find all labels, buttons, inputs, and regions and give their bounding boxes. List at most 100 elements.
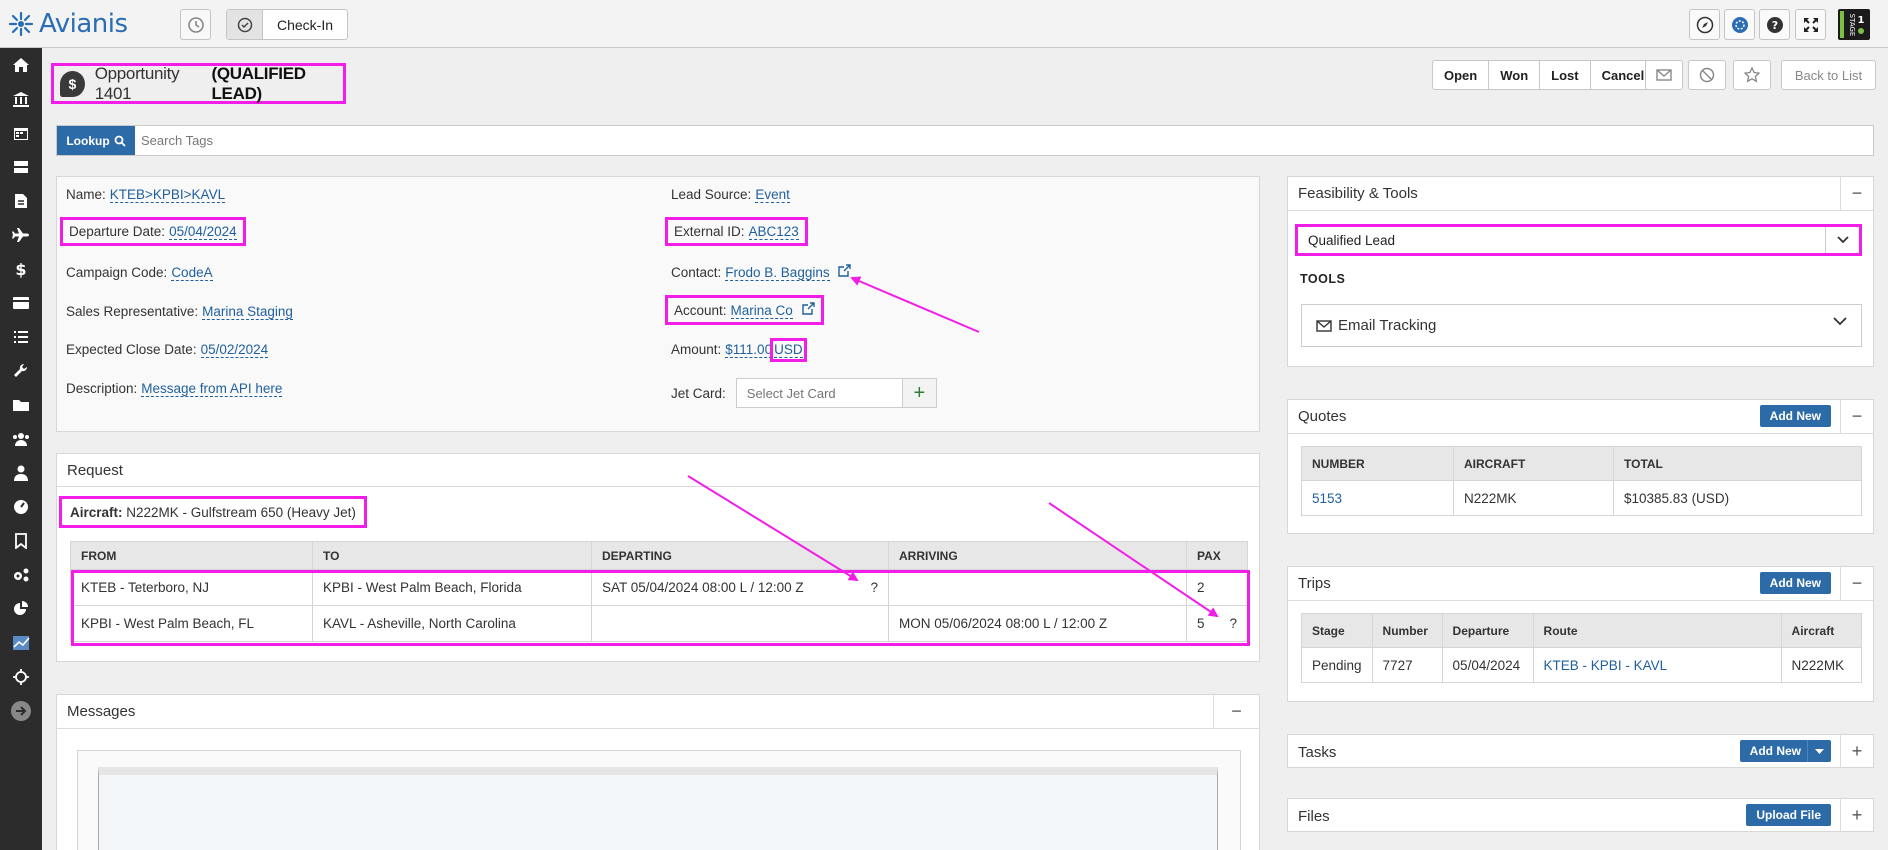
jet-card-select[interactable] xyxy=(735,378,903,408)
external-link-icon[interactable] xyxy=(838,264,852,277)
expected-close-value[interactable]: 05/02/2024 xyxy=(200,342,269,358)
tasks-expand-button[interactable]: + xyxy=(1840,735,1873,768)
table-row[interactable]: Pending 7727 05/04/2024 KTEB - KPBI - KA… xyxy=(1301,647,1863,683)
help-button[interactable]: ? xyxy=(1759,9,1790,40)
sidebar-item-dashboard[interactable] xyxy=(0,490,42,524)
name-value[interactable]: KTEB>KPBI>KAVL xyxy=(109,187,226,203)
back-to-list-button[interactable]: Back to List xyxy=(1781,60,1876,90)
sidebar-item-institution[interactable] xyxy=(0,82,42,116)
sidebar-item-maintenance[interactable] xyxy=(0,354,42,388)
leg-departing: SAT 05/04/2024 08:00 L / 12:00 Z? xyxy=(591,569,889,606)
col-from[interactable]: FROM xyxy=(70,541,313,570)
sidebar-item-people[interactable] xyxy=(0,456,42,490)
sidebar-item-settings[interactable] xyxy=(0,558,42,592)
files-expand-button[interactable]: + xyxy=(1840,799,1873,832)
plus-icon: + xyxy=(1851,805,1863,825)
sidebar-item-files[interactable] xyxy=(0,388,42,422)
col-pax[interactable]: PAX xyxy=(1186,541,1248,570)
won-button[interactable]: Won xyxy=(1489,61,1541,89)
messages-collapse-button[interactable]: − xyxy=(1213,695,1259,728)
add-quote-button[interactable]: Add New xyxy=(1759,405,1831,427)
messages-title: Messages xyxy=(67,703,136,720)
sidebar-item-home[interactable] xyxy=(0,48,42,82)
col-total[interactable]: TOTAL xyxy=(1613,446,1862,481)
feasibility-title: Feasibility & Tools xyxy=(1298,185,1418,202)
col-number[interactable]: NUMBER xyxy=(1301,446,1454,481)
message-editor-frame[interactable] xyxy=(98,767,1218,850)
sales-rep-field: Sales Representative: Marina Staging xyxy=(66,304,293,320)
table-row[interactable]: KPBI - West Palm Beach, FL KAVL - Ashevi… xyxy=(70,605,1248,642)
add-jet-card-button[interactable]: + xyxy=(902,378,937,408)
lost-button[interactable]: Lost xyxy=(1540,61,1591,89)
sidebar-item-servers[interactable] xyxy=(0,150,42,184)
description-value[interactable]: Message from API here xyxy=(141,381,283,397)
stage-badge[interactable]: STAGE 1 xyxy=(1838,9,1870,40)
app-logo[interactable]: Avianis xyxy=(8,9,128,39)
favorite-button[interactable] xyxy=(1733,60,1771,90)
history-button[interactable] xyxy=(180,9,211,40)
sidebar-item-flights[interactable] xyxy=(0,218,42,252)
description-field: Description: Message from API here xyxy=(66,381,283,397)
sidebar-item-lists[interactable] xyxy=(0,320,42,354)
sidebar-item-contacts[interactable] xyxy=(0,422,42,456)
block-button[interactable] xyxy=(1688,60,1726,90)
contact-value[interactable]: Frodo B. Baggins xyxy=(725,265,830,281)
add-trip-button[interactable]: Add New xyxy=(1759,572,1831,594)
table-row[interactable]: KTEB - Teterboro, NJ KPBI - West Palm Be… xyxy=(70,569,1248,606)
col-arriving[interactable]: ARRIVING xyxy=(888,541,1187,570)
leg-pax: 2 xyxy=(1186,569,1248,606)
sidebar-item-billing[interactable] xyxy=(0,286,42,320)
sidebar-item-calendar[interactable] xyxy=(0,116,42,150)
sales-rep-value[interactable]: Marina Staging xyxy=(202,304,293,320)
email-tracking-dropdown[interactable]: Email Tracking xyxy=(1301,304,1862,347)
departing-unknown-flag[interactable]: ? xyxy=(870,580,878,595)
pax-unknown-flag[interactable]: ? xyxy=(1229,616,1237,631)
feasibility-collapse-button[interactable]: − xyxy=(1840,177,1873,210)
col-number[interactable]: Number xyxy=(1371,613,1443,648)
col-aircraft[interactable]: AIRCRAFT xyxy=(1453,446,1614,481)
upload-file-button[interactable]: Upload File xyxy=(1746,804,1831,826)
col-departing[interactable]: DEPARTING xyxy=(591,541,889,570)
caret-down-icon[interactable] xyxy=(1807,740,1831,762)
trip-route-link[interactable]: KTEB - KPBI - KAVL xyxy=(1544,658,1668,673)
email-button[interactable] xyxy=(1645,60,1683,90)
sidebar-item-locate[interactable] xyxy=(0,660,42,694)
sidebar-item-expand[interactable] xyxy=(0,694,42,728)
search-tags-input[interactable] xyxy=(135,126,1873,155)
leg-to: KPBI - West Palm Beach, Florida xyxy=(312,569,592,606)
quotes-collapse-button[interactable]: − xyxy=(1840,400,1873,433)
table-row[interactable]: 5153 N222MK $10385.83 (USD) xyxy=(1301,480,1862,516)
fullscreen-button[interactable] xyxy=(1795,9,1826,40)
open-button[interactable]: Open xyxy=(1433,61,1490,89)
trips-collapse-button[interactable]: − xyxy=(1840,567,1873,600)
tab-check-in[interactable]: Check-In xyxy=(226,9,349,40)
add-task-button[interactable]: Add New xyxy=(1739,740,1831,762)
compass-button[interactable] xyxy=(1689,9,1720,40)
sidebar-item-analytics[interactable] xyxy=(0,626,42,660)
minus-icon: − xyxy=(1851,573,1863,593)
external-link-icon[interactable] xyxy=(801,302,815,315)
campaign-code-value[interactable]: CodeA xyxy=(171,265,213,281)
stage-select[interactable]: Qualified Lead xyxy=(1295,224,1862,256)
name-label: Name: xyxy=(66,187,106,202)
col-departure[interactable]: Departure xyxy=(1441,613,1534,648)
external-id-value[interactable]: ABC123 xyxy=(748,224,799,240)
col-aircraft[interactable]: Aircraft xyxy=(1780,613,1863,648)
account-value[interactable]: Marina Co xyxy=(730,303,793,319)
opportunity-details-panel: Name: KTEB>KPBI>KAVL Departure Date: 05/04… xyxy=(56,176,1260,432)
sidebar-item-documents[interactable] xyxy=(0,184,42,218)
sidebar-item-bookmarks[interactable] xyxy=(0,524,42,558)
sidebar-item-sales[interactable]: $ xyxy=(0,252,42,286)
lead-source-value[interactable]: Event xyxy=(755,187,790,203)
avianis-settings-button[interactable] xyxy=(1724,9,1755,40)
amount-value[interactable]: $111.00 xyxy=(725,342,773,358)
amount-currency[interactable]: USD xyxy=(770,338,807,362)
col-to[interactable]: TO xyxy=(312,541,592,570)
quote-number-link[interactable]: 5153 xyxy=(1312,491,1342,506)
col-stage[interactable]: Stage xyxy=(1301,613,1373,648)
sidebar-item-reports[interactable] xyxy=(0,592,42,626)
col-route[interactable]: Route xyxy=(1532,613,1782,648)
departure-date-value[interactable]: 05/04/2024 xyxy=(169,224,237,240)
lead-source-field: Lead Source: Event xyxy=(671,187,790,203)
lookup-button[interactable]: Lookup xyxy=(57,126,135,155)
